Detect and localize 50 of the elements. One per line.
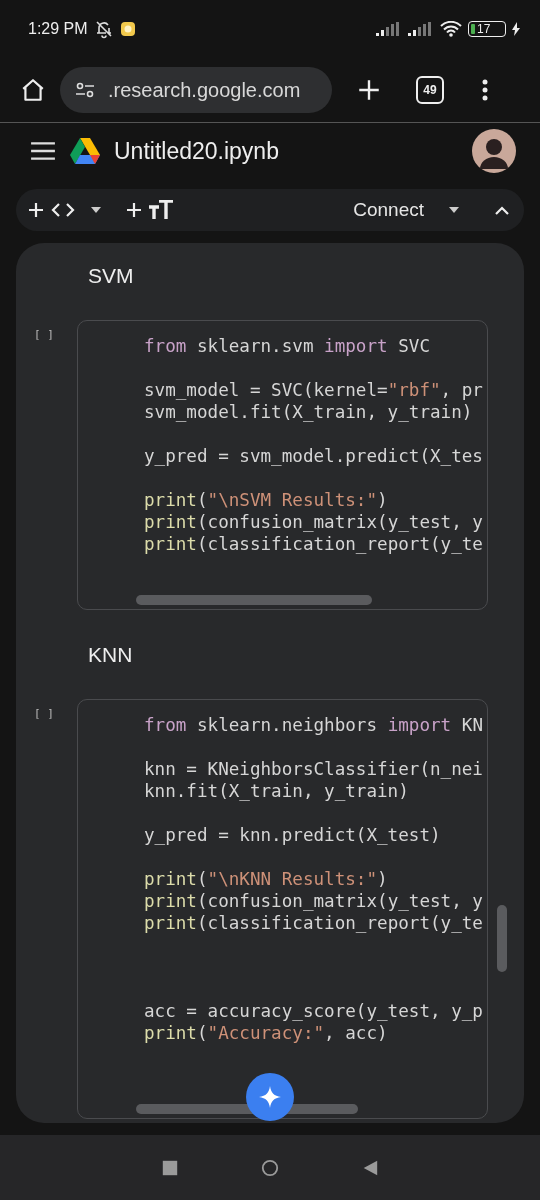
section-heading: KNN bbox=[87, 642, 134, 668]
code-line: from sklearn.svm import SVC bbox=[144, 335, 431, 357]
connect-button[interactable]: Connect bbox=[353, 199, 424, 221]
recents-icon[interactable] bbox=[161, 1158, 179, 1177]
code-line: svm_model.fit(X_train, y_train) bbox=[144, 401, 474, 423]
address-bar[interactable]: .research.google.com bbox=[60, 67, 332, 113]
notebook-title[interactable]: Untitled20.ipynb bbox=[114, 137, 279, 165]
code-line: print(confusion_matrix(y_test, y bbox=[144, 511, 484, 533]
home-button-icon[interactable] bbox=[261, 1158, 279, 1177]
code-line: print(classification_report(y_te bbox=[144, 533, 484, 555]
charging-icon bbox=[512, 22, 520, 36]
code-line: y_pred = svm_model.predict(X_tes bbox=[144, 445, 484, 467]
new-tab-icon[interactable] bbox=[356, 77, 382, 103]
scrollbar-thumb[interactable] bbox=[136, 595, 372, 605]
signal-icon bbox=[376, 22, 402, 36]
code-line: print("\nKNN Results:") bbox=[144, 868, 389, 890]
avatar-icon[interactable] bbox=[472, 129, 516, 173]
code-line: knn.fit(X_train, y_train) bbox=[144, 780, 410, 802]
caret-icon[interactable] bbox=[448, 206, 460, 214]
wifi-icon bbox=[440, 21, 462, 37]
signal-icon bbox=[408, 22, 434, 36]
code-line: svm_model = SVC(kernel="rbf", pr bbox=[144, 379, 484, 401]
plus-icon[interactable] bbox=[124, 200, 144, 220]
code-line: knn = KNeighborsClassifier(n_nei bbox=[144, 758, 484, 780]
run-cell-button[interactable]: [ ] bbox=[16, 320, 77, 341]
home-icon[interactable] bbox=[20, 77, 46, 103]
bell-off-icon bbox=[93, 19, 114, 39]
run-cell-button[interactable]: [ ] bbox=[16, 699, 77, 720]
text-format-icon[interactable] bbox=[148, 200, 174, 220]
caret-icon[interactable] bbox=[90, 206, 102, 214]
app-notification-icon bbox=[119, 21, 136, 37]
drive-logo-icon bbox=[70, 137, 100, 165]
section-heading: SVM bbox=[87, 263, 135, 289]
battery-indicator: 17 bbox=[468, 21, 506, 37]
code-cell[interactable] bbox=[77, 320, 488, 610]
url-text[interactable]: .research.google.com bbox=[108, 78, 301, 102]
code-line: print(classification_report(y_te bbox=[144, 912, 484, 934]
more-menu-icon[interactable] bbox=[482, 78, 488, 102]
code-line: print(confusion_matrix(y_test, y bbox=[144, 890, 484, 912]
code-line: print("\nSVM Results:") bbox=[144, 489, 389, 511]
tab-count-button[interactable]: 49 bbox=[416, 76, 444, 104]
chevron-up-icon[interactable] bbox=[494, 205, 510, 215]
sparkle-icon bbox=[258, 1085, 282, 1109]
code-line: from sklearn.neighbors import KN bbox=[144, 714, 484, 736]
code-line: acc = accuracy_score(y_test, y_p bbox=[144, 1000, 484, 1022]
status-time: 1:29 PM bbox=[28, 20, 88, 38]
plus-icon[interactable] bbox=[26, 200, 46, 220]
code-line: print("Accuracy:", acc) bbox=[144, 1022, 389, 1044]
code-line: y_pred = knn.predict(X_test) bbox=[144, 824, 442, 846]
scrollbar-thumb[interactable] bbox=[497, 905, 507, 972]
